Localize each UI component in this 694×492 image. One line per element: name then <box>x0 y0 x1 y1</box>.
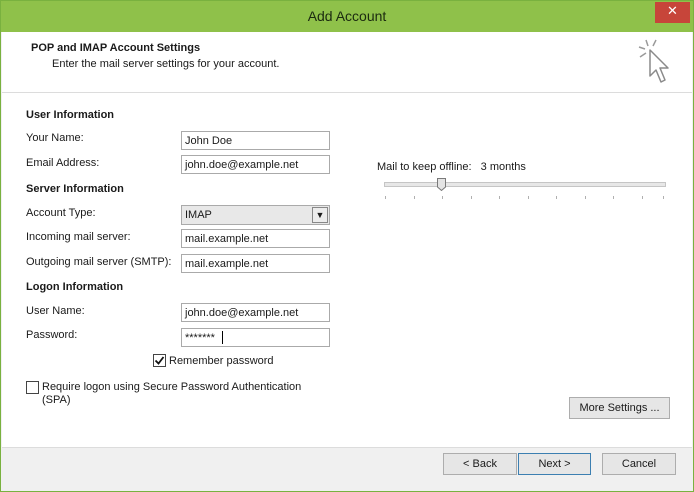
cursor-sparkle-icon <box>638 39 669 83</box>
offline-label-text: Mail to keep offline: <box>377 161 472 173</box>
offline-slider-thumb[interactable] <box>437 178 446 191</box>
slider-tick <box>414 196 415 199</box>
account-type-value: IMAP <box>185 209 212 221</box>
text-caret <box>222 331 223 344</box>
chevron-down-icon[interactable]: ▼ <box>312 207 328 223</box>
email-address-label: Email Address: <box>26 157 100 169</box>
offline-label: Mail to keep offline: 3 months <box>377 161 526 173</box>
add-account-window: Add Account ✕ POP and IMAP Account Setti… <box>0 0 694 492</box>
outgoing-server-label: Outgoing mail server (SMTP): <box>26 256 172 268</box>
close-button[interactable]: ✕ <box>655 2 690 23</box>
slider-tick <box>528 196 529 199</box>
your-name-field[interactable]: John Doe <box>181 131 330 150</box>
back-button[interactable]: < Back <box>443 453 517 475</box>
account-type-select[interactable]: IMAP ▼ <box>181 205 330 225</box>
spa-checkbox[interactable] <box>26 381 39 394</box>
header-title: POP and IMAP Account Settings <box>31 42 201 54</box>
cancel-button[interactable]: Cancel <box>602 453 676 475</box>
account-type-label: Account Type: <box>26 207 96 219</box>
dialog-header: POP and IMAP Account Settings Enter the … <box>2 32 692 93</box>
slider-tick <box>556 196 557 199</box>
password-label: Password: <box>26 329 78 341</box>
slider-tick <box>663 196 664 199</box>
user-name-field[interactable]: john.doe@example.net <box>181 303 330 322</box>
your-name-label: Your Name: <box>26 132 84 144</box>
slider-tick <box>613 196 614 199</box>
remember-password-checkbox[interactable] <box>153 354 166 367</box>
remember-password-label[interactable]: Remember password <box>169 355 274 367</box>
user-name-label: User Name: <box>26 305 85 317</box>
slider-tick <box>642 196 643 199</box>
outgoing-server-field[interactable]: mail.example.net <box>181 254 330 273</box>
section-logon-information: Logon Information <box>26 281 124 293</box>
spa-label[interactable]: Require logon using Secure Password Auth… <box>42 381 332 407</box>
checkmark-icon <box>154 356 165 365</box>
slider-tick <box>471 196 472 199</box>
header-subtitle: Enter the mail server settings for your … <box>52 58 280 70</box>
next-button[interactable]: Next > <box>518 453 591 475</box>
section-user-information: User Information <box>26 109 115 121</box>
section-server-information: Server Information <box>26 183 124 195</box>
incoming-server-label: Incoming mail server: <box>26 231 131 243</box>
slider-tick <box>499 196 500 199</box>
offline-slider-track[interactable] <box>384 182 666 187</box>
slider-tick <box>585 196 586 199</box>
window-title: Add Account <box>307 8 387 24</box>
password-mask: ******* <box>185 332 215 344</box>
password-field[interactable]: ******* <box>181 328 330 347</box>
more-settings-button[interactable]: More Settings ... <box>569 397 670 419</box>
incoming-server-field[interactable]: mail.example.net <box>181 229 330 248</box>
offline-value: 3 months <box>480 161 526 173</box>
title-bar[interactable]: Add Account ✕ <box>1 1 693 32</box>
slider-tick <box>385 196 386 199</box>
slider-tick <box>442 196 443 199</box>
email-address-field[interactable]: john.doe@example.net <box>181 155 330 174</box>
